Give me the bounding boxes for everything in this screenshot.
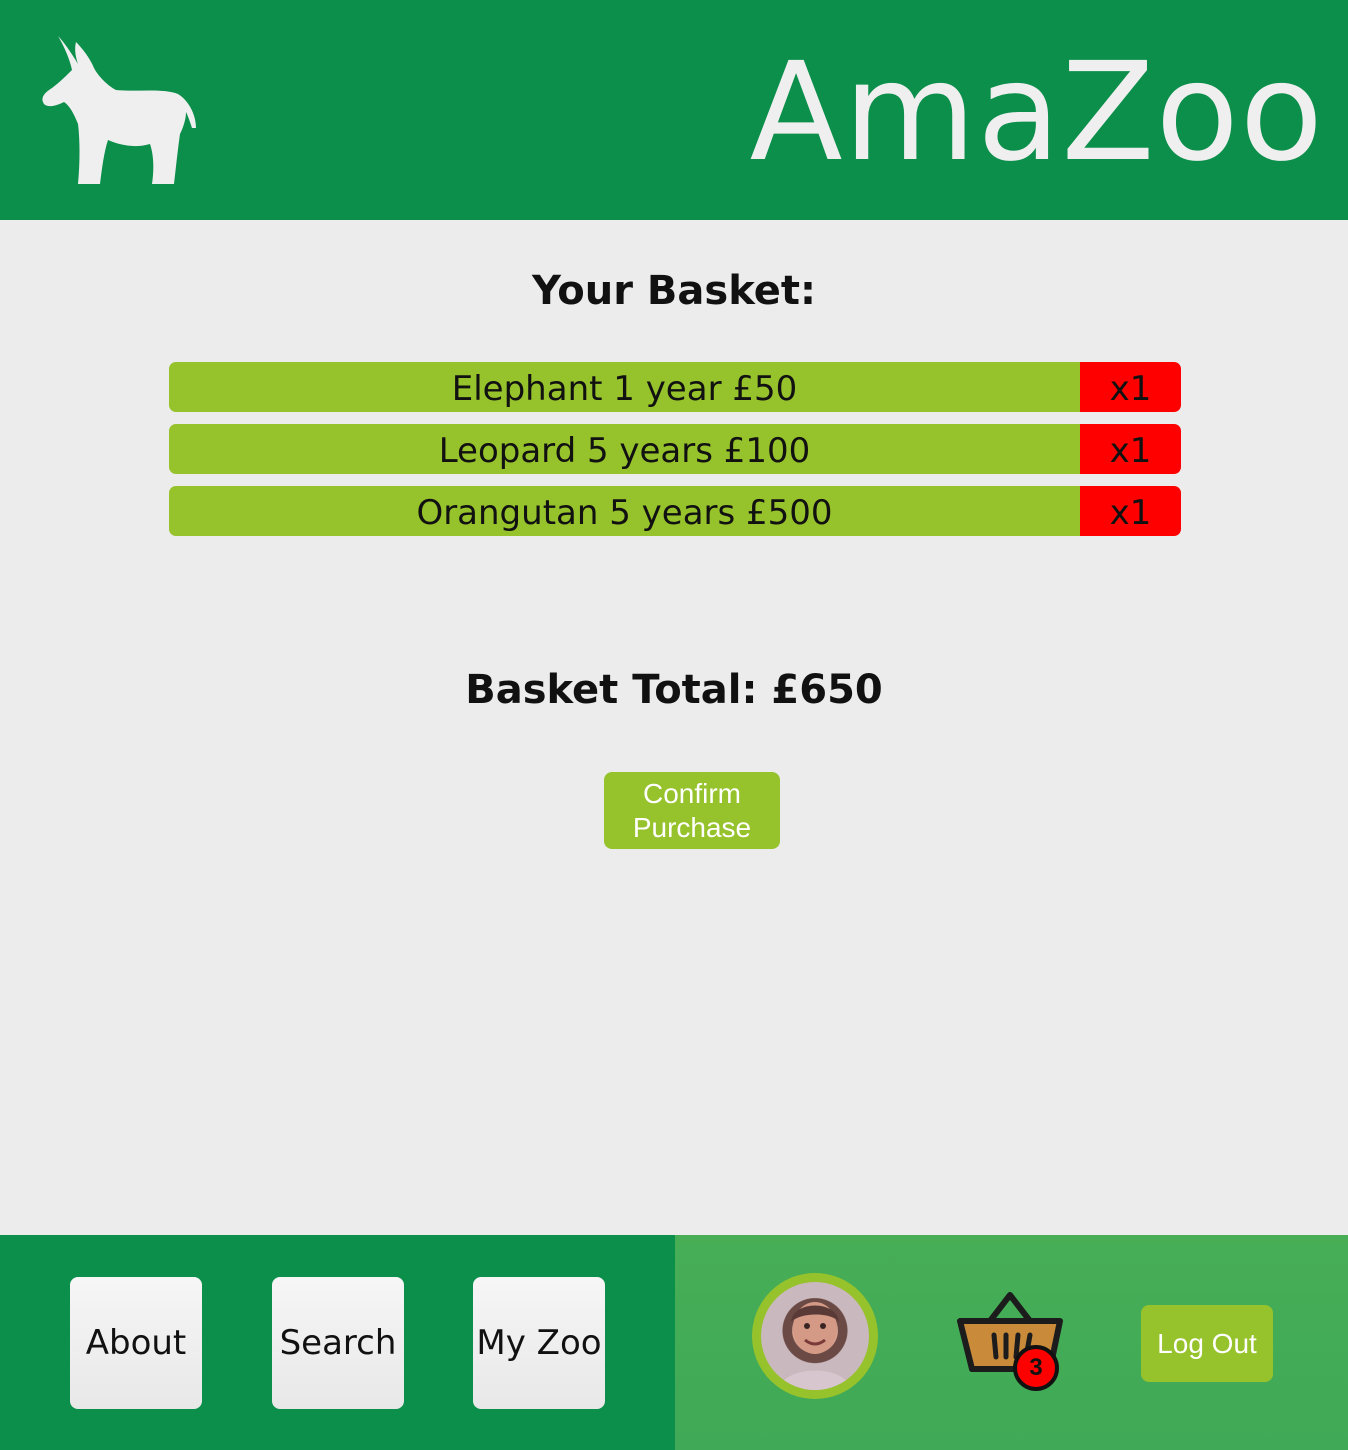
basket-item-label: Elephant 1 year £50	[169, 362, 1080, 412]
donkey-icon[interactable]	[36, 30, 201, 192]
nav-search-button[interactable]: Search	[272, 1277, 404, 1409]
basket-item-label: Orangutan 5 years £500	[169, 486, 1080, 536]
log-out-button[interactable]: Log Out	[1141, 1305, 1273, 1382]
basket-item: Elephant 1 year £50 x1	[169, 362, 1181, 412]
basket-total: Basket Total: £650	[465, 667, 883, 713]
nav-about-button[interactable]: About	[70, 1277, 202, 1409]
app-title: AmaZoo	[749, 34, 1324, 192]
nav-my-zoo-button[interactable]: My Zoo	[473, 1277, 605, 1409]
basket-heading: Your Basket:	[532, 268, 816, 314]
basket-item-quantity[interactable]: x1	[1080, 362, 1181, 412]
user-avatar[interactable]	[752, 1273, 878, 1399]
basket-item-label: Leopard 5 years £100	[169, 424, 1080, 474]
basket-item-quantity[interactable]: x1	[1080, 424, 1181, 474]
basket-item: Leopard 5 years £100 x1	[169, 424, 1181, 474]
footer-nav: About Search My Zoo	[0, 1235, 675, 1450]
confirm-purchase-button[interactable]: Confirm Purchase	[604, 772, 780, 849]
header: AmaZoo	[0, 0, 1348, 220]
basket-count-badge: 3	[1013, 1345, 1059, 1391]
basket-item: Orangutan 5 years £500 x1	[169, 486, 1181, 536]
avatar-photo	[761, 1282, 869, 1390]
basket-page: Your Basket: Elephant 1 year £50 x1 Leop…	[0, 220, 1348, 1235]
basket-item-quantity[interactable]: x1	[1080, 486, 1181, 536]
basket-list: Elephant 1 year £50 x1 Leopard 5 years £…	[169, 362, 1181, 548]
footer: About Search My Zoo 3 Log Out	[0, 1235, 1348, 1450]
